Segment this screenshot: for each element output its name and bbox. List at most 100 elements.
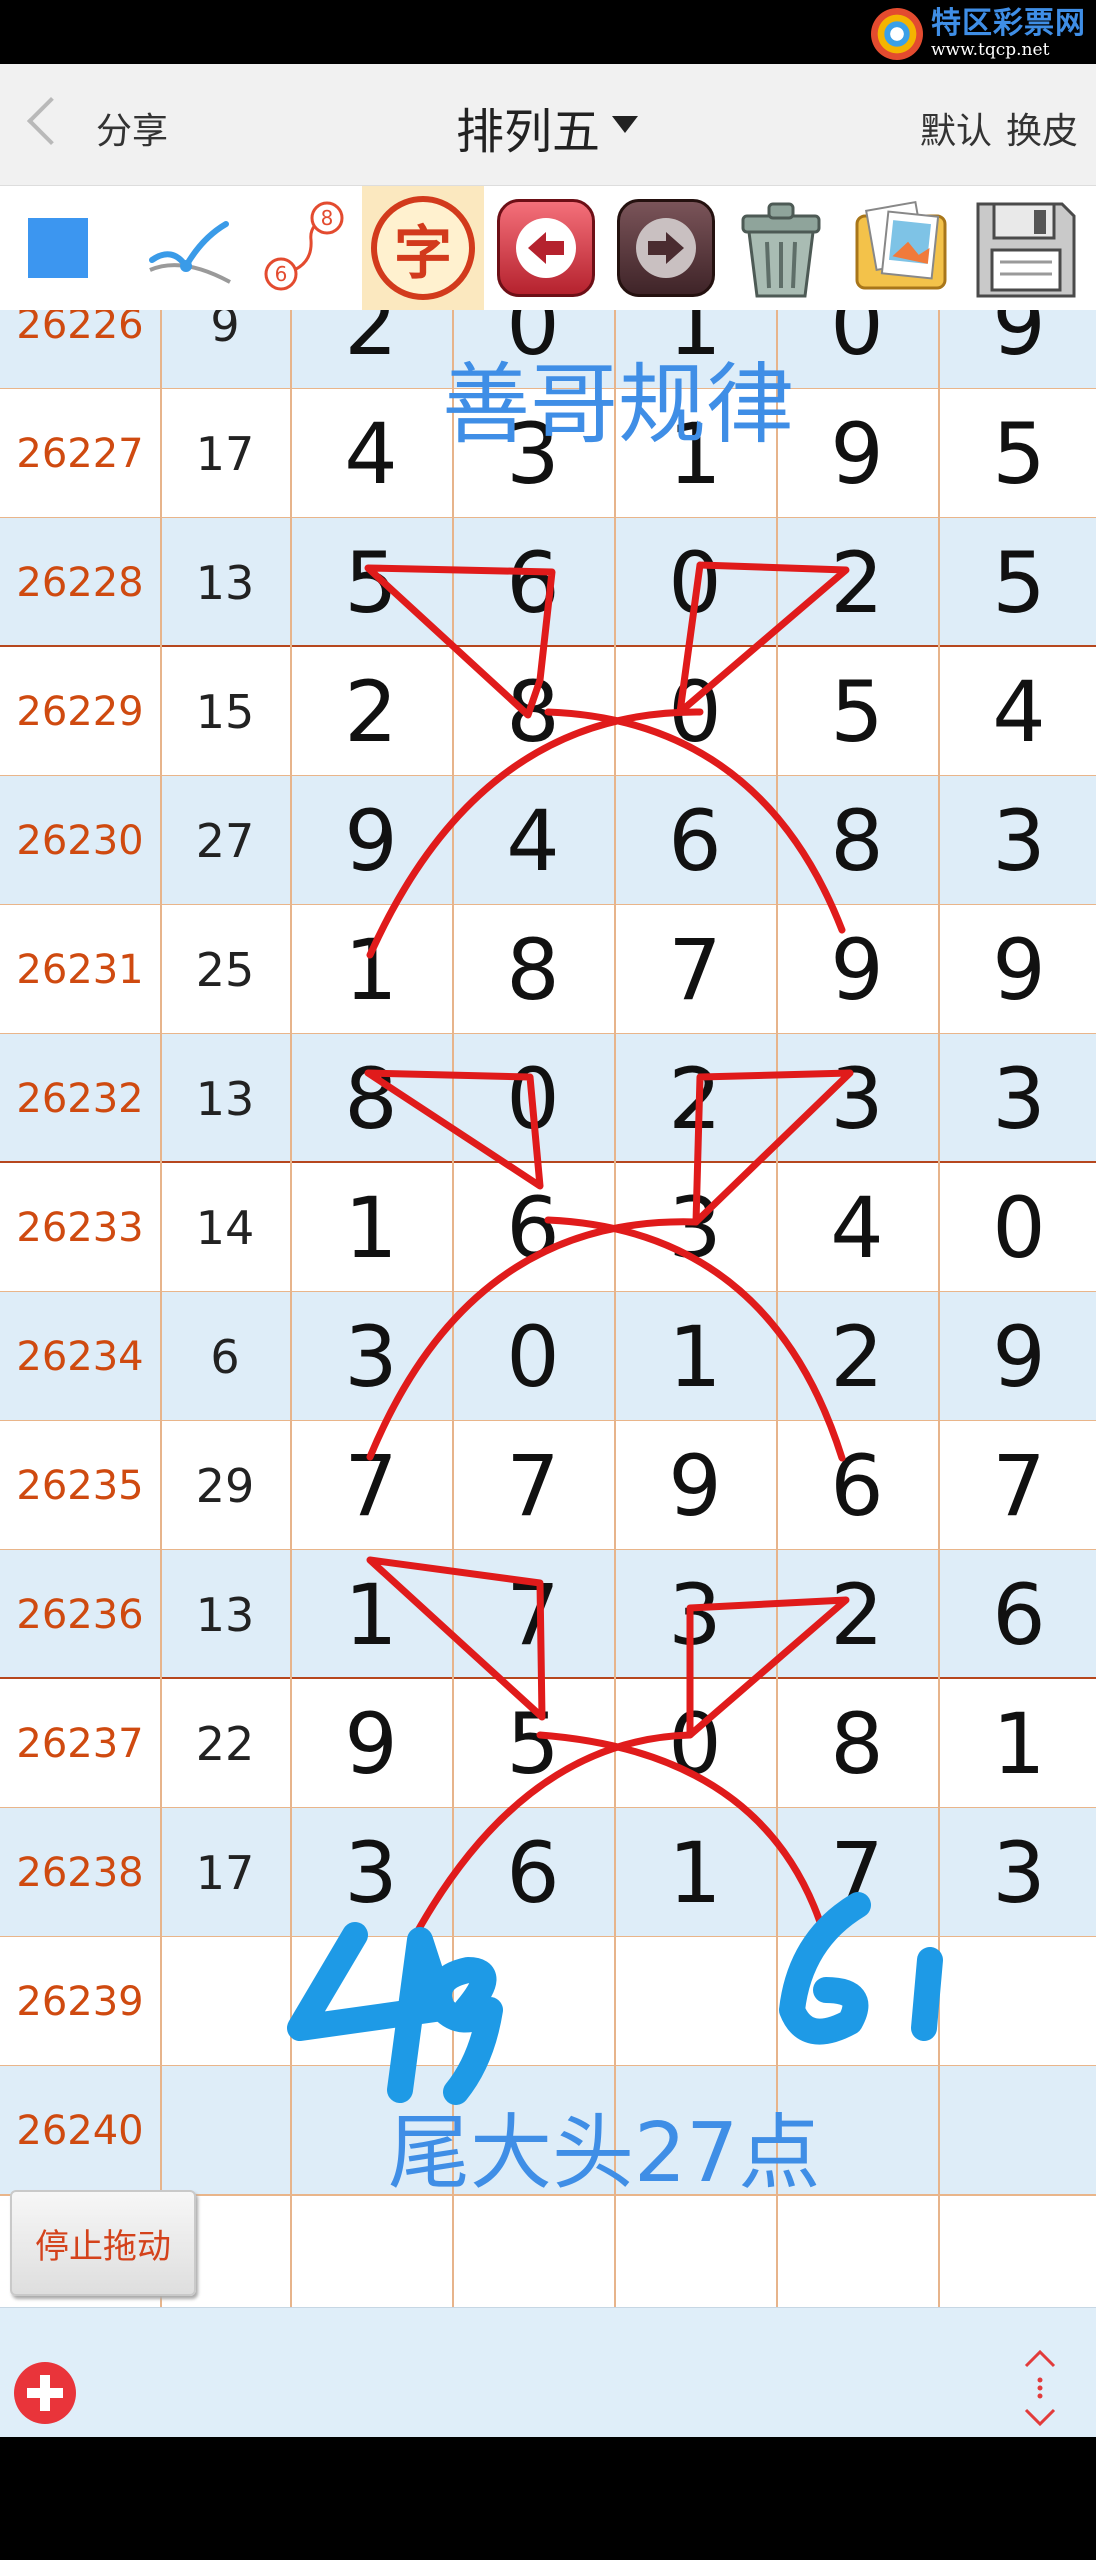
digit-cell[interactable]: 1 bbox=[290, 1550, 452, 1679]
digit-cell[interactable] bbox=[614, 1937, 776, 2066]
digit-cell[interactable]: 2 bbox=[614, 1034, 776, 1163]
digit-cell[interactable] bbox=[938, 2066, 1096, 2195]
digit-cell[interactable]: 3 bbox=[938, 776, 1096, 905]
color-picker-button[interactable] bbox=[28, 186, 88, 310]
watermark-logo-icon bbox=[871, 8, 923, 60]
digit-cell[interactable]: 9 bbox=[290, 1679, 452, 1808]
digit-cell[interactable]: 1 bbox=[614, 1808, 776, 1937]
digit-sum: 22 bbox=[195, 1716, 255, 1771]
bottom-bar bbox=[0, 2307, 1096, 2437]
photo-button[interactable] bbox=[846, 186, 956, 310]
digit-cell[interactable]: 0 bbox=[938, 1163, 1096, 1292]
digit-cell[interactable]: 4 bbox=[776, 1163, 938, 1292]
table-row: 26238 17 3 6 1 7 3 bbox=[0, 1808, 1096, 1937]
digit-sum: 27 bbox=[195, 813, 255, 868]
digit-cell[interactable]: 7 bbox=[452, 1550, 614, 1679]
pen-icon bbox=[149, 221, 231, 284]
redo-button[interactable] bbox=[614, 186, 718, 310]
digit-cell[interactable]: 8 bbox=[452, 647, 614, 776]
column-divider bbox=[452, 310, 454, 2307]
digit-cell[interactable]: 9 bbox=[614, 1421, 776, 1550]
digit-cell[interactable]: 9 bbox=[938, 905, 1096, 1034]
digit-cell[interactable]: 1 bbox=[290, 905, 452, 1034]
text-tool-button[interactable]: 字 bbox=[362, 186, 484, 310]
digit-cell[interactable]: 5 bbox=[938, 389, 1096, 518]
digit-cell[interactable]: 7 bbox=[452, 1421, 614, 1550]
digit-cell[interactable]: 0 bbox=[776, 310, 938, 389]
default-button[interactable]: 默认 bbox=[920, 102, 992, 154]
digit-cell[interactable]: 4 bbox=[452, 776, 614, 905]
digit-sum: 29 bbox=[195, 1458, 255, 1513]
digit-cell[interactable]: 0 bbox=[614, 647, 776, 776]
stop-drag-button[interactable]: 停止拖动 bbox=[10, 2190, 196, 2296]
digit-cell[interactable]: 3 bbox=[290, 1808, 452, 1937]
digit-cell[interactable]: 8 bbox=[776, 1679, 938, 1808]
digit-cell[interactable]: 0 bbox=[452, 1034, 614, 1163]
digit-cell[interactable]: 2 bbox=[776, 1292, 938, 1421]
undo-button[interactable] bbox=[494, 186, 598, 310]
digit-cell[interactable]: 6 bbox=[452, 518, 614, 647]
digit-cell[interactable]: 5 bbox=[776, 647, 938, 776]
status-bar: 特区彩票网 www.tqcp.net bbox=[0, 0, 1096, 64]
digit-cell[interactable]: 0 bbox=[614, 1679, 776, 1808]
digit-cell[interactable]: 3 bbox=[614, 1163, 776, 1292]
back-chevron-icon[interactable] bbox=[26, 96, 76, 146]
digit-cell[interactable]: 5 bbox=[290, 518, 452, 647]
digit-cell[interactable]: 3 bbox=[776, 1034, 938, 1163]
digit-cell[interactable]: 7 bbox=[938, 1421, 1096, 1550]
digit-cell[interactable]: 3 bbox=[290, 1292, 452, 1421]
digit-cell[interactable]: 9 bbox=[776, 389, 938, 518]
digit-cell[interactable]: 9 bbox=[938, 1292, 1096, 1421]
digit-cell[interactable]: 9 bbox=[776, 905, 938, 1034]
digit-cell[interactable] bbox=[776, 1937, 938, 2066]
issue-number: 26234 bbox=[16, 1333, 144, 1380]
digit-cell[interactable]: 3 bbox=[938, 1034, 1096, 1163]
drag-handle-icon[interactable] bbox=[1018, 2348, 1062, 2428]
digit-cell[interactable]: 9 bbox=[938, 310, 1096, 389]
digit-cell[interactable]: 8 bbox=[452, 905, 614, 1034]
digit-cell[interactable]: 7 bbox=[776, 1808, 938, 1937]
digit-cell[interactable]: 2 bbox=[776, 1550, 938, 1679]
digit-cell[interactable]: 1 bbox=[938, 1679, 1096, 1808]
digit-sum: 17 bbox=[195, 426, 255, 481]
page-title[interactable]: 排列五 bbox=[456, 92, 600, 162]
digit-cell[interactable] bbox=[938, 1937, 1096, 2066]
digit-cell[interactable]: 6 bbox=[452, 1808, 614, 1937]
digit-cell[interactable]: 6 bbox=[614, 776, 776, 905]
change-skin-button[interactable]: 换皮 bbox=[1006, 102, 1078, 154]
digit-cell[interactable] bbox=[290, 1937, 452, 2066]
digit-cell[interactable]: 2 bbox=[290, 647, 452, 776]
digit-cell[interactable]: 8 bbox=[290, 1034, 452, 1163]
digit-cell[interactable]: 9 bbox=[290, 776, 452, 905]
digit-sum: 13 bbox=[195, 1071, 255, 1126]
save-button[interactable] bbox=[966, 186, 1086, 310]
digit-cell[interactable]: 5 bbox=[938, 518, 1096, 647]
issue-number: 26226 bbox=[16, 310, 144, 348]
issue-number: 26233 bbox=[16, 1204, 144, 1251]
add-icon[interactable] bbox=[14, 2362, 76, 2424]
digit-cell[interactable]: 6 bbox=[938, 1550, 1096, 1679]
digit-cell[interactable]: 0 bbox=[614, 518, 776, 647]
title-dropdown-icon[interactable] bbox=[612, 116, 638, 133]
digit-cell[interactable]: 6 bbox=[776, 1421, 938, 1550]
digit-cell[interactable]: 3 bbox=[938, 1808, 1096, 1937]
digit-cell[interactable]: 2 bbox=[776, 518, 938, 647]
pen-tool-button[interactable] bbox=[140, 186, 240, 310]
digit-cell[interactable]: 3 bbox=[614, 1550, 776, 1679]
digit-cell[interactable]: 5 bbox=[452, 1679, 614, 1808]
digit-cell[interactable]: 4 bbox=[938, 647, 1096, 776]
dot-connect-button[interactable]: 8 6 bbox=[248, 186, 358, 310]
digit-cell[interactable]: 0 bbox=[452, 1292, 614, 1421]
digit-cell[interactable]: 7 bbox=[614, 905, 776, 1034]
digit-cell[interactable]: 8 bbox=[776, 776, 938, 905]
digit-cell[interactable]: 4 bbox=[290, 389, 452, 518]
digit-cell[interactable]: 1 bbox=[614, 1292, 776, 1421]
digit-cell[interactable] bbox=[452, 1937, 614, 2066]
digit-cell[interactable]: 1 bbox=[290, 1163, 452, 1292]
share-button[interactable]: 分享 bbox=[96, 102, 168, 154]
trash-button[interactable] bbox=[726, 186, 836, 310]
table-row: 26234 6 3 0 1 2 9 bbox=[0, 1292, 1096, 1421]
digit-cell[interactable]: 2 bbox=[290, 310, 452, 389]
digit-cell[interactable]: 7 bbox=[290, 1421, 452, 1550]
digit-cell[interactable]: 6 bbox=[452, 1163, 614, 1292]
